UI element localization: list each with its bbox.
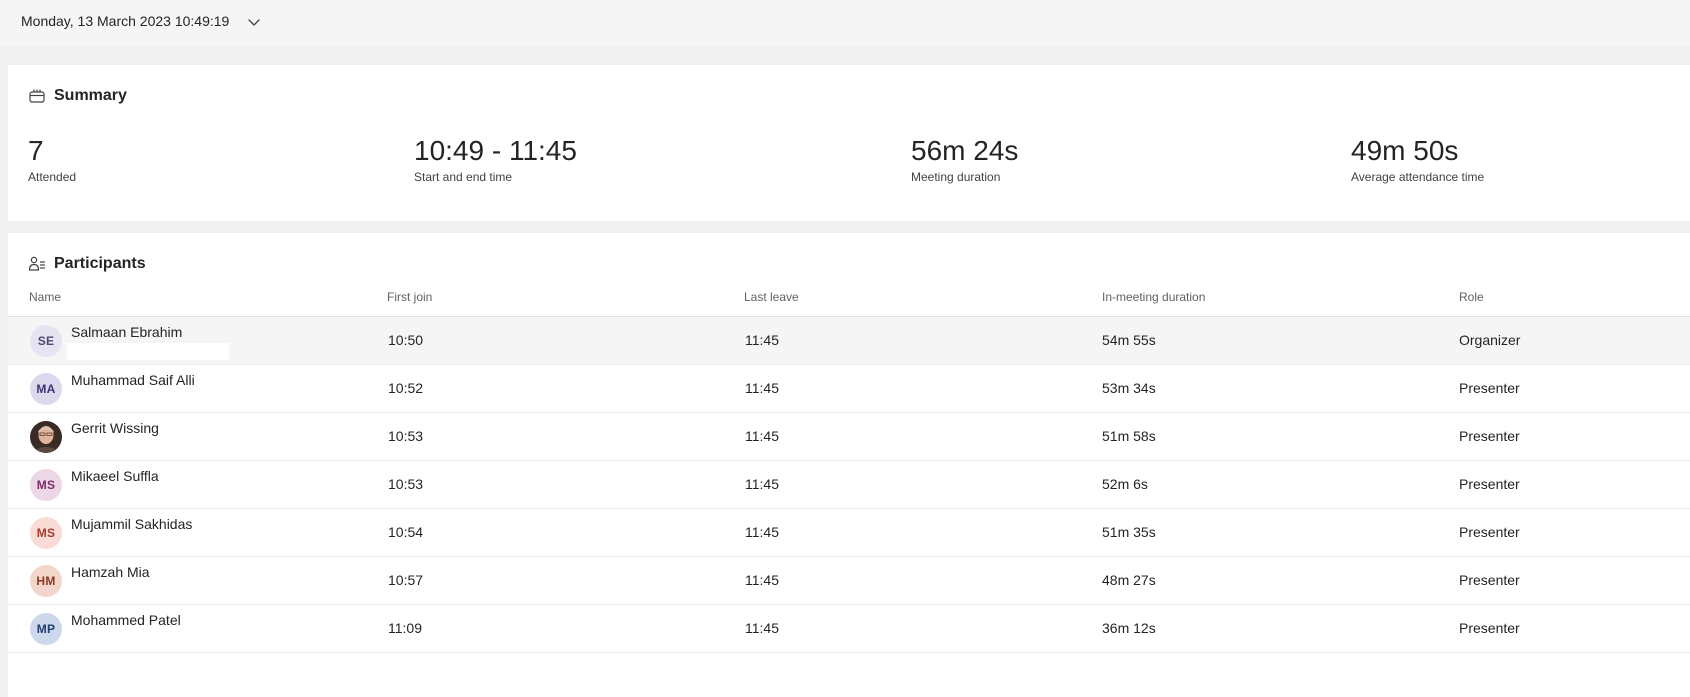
column-header-name[interactable]: Name (29, 290, 61, 304)
stat-label: Start and end time (414, 170, 513, 184)
participants-title: Participants (54, 255, 146, 272)
first-join: 11:09 (388, 620, 422, 636)
participant-name: Mujammil Sakhidas (71, 516, 193, 532)
stat-average-attendance: 49m 50s Average attendance time (1351, 134, 1484, 184)
table-row[interactable]: MS Mujammil Sakhidas 10:54 11:45 51m 35s… (8, 509, 1690, 557)
duration: 54m 55s (1102, 332, 1156, 348)
last-leave: 11:45 (745, 524, 779, 540)
stat-meeting-duration: 56m 24s Meeting duration (911, 134, 1018, 184)
stat-value: 7 (28, 135, 44, 166)
calendar-summary-icon (29, 89, 45, 103)
table-row[interactable]: HM Hamzah Mia 10:57 11:45 48m 27s Presen… (8, 557, 1690, 605)
role: Presenter (1459, 476, 1520, 492)
last-leave: 11:45 (745, 428, 779, 444)
avatar: SE (30, 325, 62, 357)
stat-start-end-time: 10:49 - 11:45 Start and end time (414, 134, 577, 184)
duration: 48m 27s (1102, 572, 1156, 588)
participants-card: Participants Name First join Last leave … (8, 233, 1690, 697)
top-bar: Monday, 13 March 2023 10:49:19 (0, 0, 1690, 46)
first-join: 10:53 (388, 428, 424, 444)
table-row[interactable]: MS Mikaeel Suffla 10:53 11:45 52m 6s Pre… (8, 461, 1690, 509)
first-join: 10:53 (388, 476, 424, 492)
participant-name: Muhammad Saif Alli (71, 372, 195, 388)
first-join: 10:52 (388, 380, 424, 396)
avatar-initials: MS (36, 478, 56, 492)
avatar: MP (30, 613, 62, 645)
role: Presenter (1459, 572, 1520, 588)
avatar-photo (30, 421, 62, 453)
column-header-role[interactable]: Role (1459, 290, 1484, 304)
participant-name: Salmaan Ebrahim (71, 324, 183, 340)
last-leave: 11:45 (745, 620, 779, 636)
stat-attended: 7 Attended (28, 134, 76, 184)
report-date-time: Monday, 13 March 2023 10:49:19 (21, 13, 230, 29)
avatar-initials: MP (36, 622, 56, 636)
last-leave: 11:45 (745, 380, 779, 396)
participant-name: Mohammed Patel (71, 612, 181, 628)
column-header-last-leave[interactable]: Last leave (744, 290, 799, 304)
avatar-initials: SE (37, 334, 55, 348)
duration: 51m 35s (1102, 524, 1156, 540)
avatar-initials: HM (36, 574, 56, 588)
role: Presenter (1459, 524, 1520, 540)
avatar-initials: MA (36, 382, 56, 396)
people-list-icon (28, 256, 45, 271)
last-leave: 11:45 (745, 332, 779, 348)
participant-name: Gerrit Wissing (71, 420, 159, 436)
column-header-duration[interactable]: In-meeting duration (1102, 290, 1205, 304)
chevron-down-icon[interactable] (246, 14, 262, 30)
role: Organizer (1459, 332, 1521, 348)
avatar: MS (30, 517, 62, 549)
role: Presenter (1459, 380, 1520, 396)
table-row[interactable]: MP Mohammed Patel 11:09 11:45 36m 12s Pr… (8, 605, 1690, 653)
table-row[interactable]: SE Salmaan Ebrahim 10:50 11:45 54m 55s O… (8, 317, 1690, 365)
first-join: 10:57 (388, 572, 424, 588)
stat-value: 49m 50s (1351, 135, 1459, 166)
summary-card: Summary 7 Attended 10:49 - 11:45 Start a… (8, 65, 1690, 221)
duration: 36m 12s (1102, 620, 1156, 636)
person-photo-icon (30, 421, 62, 453)
participant-name: Hamzah Mia (71, 564, 150, 580)
table-row[interactable]: Gerrit Wissing 10:53 11:45 51m 58s Prese… (8, 413, 1690, 461)
duration: 51m 58s (1102, 428, 1156, 444)
avatar: MS (30, 469, 62, 501)
role: Presenter (1459, 428, 1520, 444)
stat-value: 10:49 - 11:45 (414, 135, 577, 166)
stat-label: Meeting duration (911, 170, 1001, 184)
stat-value: 56m 24s (911, 135, 1019, 166)
stat-label: Attended (28, 170, 77, 184)
stat-label: Average attendance time (1351, 170, 1485, 184)
role: Presenter (1459, 620, 1520, 636)
avatar: MA (30, 373, 62, 405)
duration: 52m 6s (1102, 476, 1148, 492)
duration: 53m 34s (1102, 380, 1156, 396)
first-join: 10:54 (388, 524, 424, 540)
participants-heading: Participants (28, 255, 146, 273)
first-join: 10:50 (388, 332, 424, 348)
table-row[interactable]: MA Muhammad Saif Alli 10:52 11:45 53m 34… (8, 365, 1690, 413)
summary-title: Summary (54, 87, 127, 104)
redacted-email (67, 343, 229, 360)
column-header-first-join[interactable]: First join (387, 290, 432, 304)
participant-name: Mikaeel Suffla (71, 468, 159, 484)
last-leave: 11:45 (745, 572, 779, 588)
last-leave: 11:45 (745, 476, 779, 492)
summary-heading: Summary (28, 87, 127, 105)
avatar-initials: MS (36, 526, 56, 540)
avatar: HM (30, 565, 62, 597)
